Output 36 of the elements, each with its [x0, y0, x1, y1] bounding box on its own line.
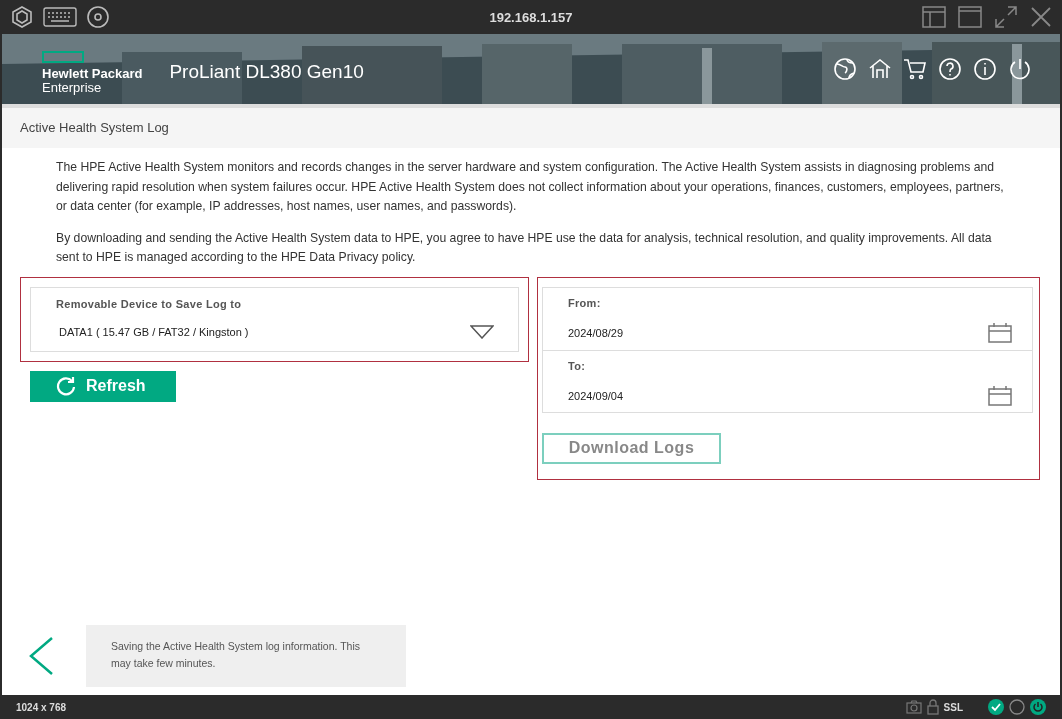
page-title: Active Health System Log [2, 108, 1060, 148]
download-logs-button[interactable]: Download Logs [542, 432, 721, 464]
status-message: Saving the Active Health System log information. This may take few minutes. [86, 625, 406, 687]
date-field[interactable]: To: 2024/09/04 [543, 349, 1032, 412]
power-status-icon[interactable] [1030, 699, 1046, 715]
globe-icon[interactable] [833, 57, 857, 81]
home-icon[interactable] [868, 57, 892, 81]
fullscreen-icon[interactable] [994, 5, 1018, 29]
window-icon[interactable] [958, 6, 982, 28]
keyboard-icon[interactable] [43, 6, 77, 28]
device-dropdown[interactable]: Removable Device to Save Log to DATA1 ( 15.47 GB / FAT32 / Kingston ) [30, 286, 519, 352]
calendar-icon [988, 385, 1012, 406]
security-label: SSL [943, 701, 963, 713]
description-paragraph: The HPE Active Health System monitors and records changes in the server hardware and system configuration. The Active Health System assists in diagnosing problems and delivering rapid resolution when system failures occur. HPE Active Health System does not collect information about your operations, finances, customers, employees, partners, or data center (for example, IP addresses, host names, user names, and passwords). [56, 159, 1005, 215]
close-icon[interactable] [1030, 6, 1052, 28]
brand-name: Hewlett Packard [42, 67, 143, 81]
power-icon[interactable] [1008, 57, 1032, 81]
camera-icon[interactable] [905, 700, 922, 714]
info-icon[interactable] [973, 57, 997, 81]
dropdown-arrow-icon [470, 324, 494, 339]
layout-icon[interactable] [922, 6, 946, 28]
cart-icon[interactable] [903, 57, 927, 81]
date-field[interactable]: From: 2024/08/29 [543, 287, 1032, 350]
brand-name: Enterprise [42, 81, 103, 95]
description-paragraph: By downloading and sending the Active Health System data to HPE, you agree to have HPE use the data for analysis, technical resolution, and quality improvements. All data sent to HPE is managed according to the HPE Data Privacy policy. [56, 229, 993, 266]
lock-icon [926, 699, 939, 715]
check-status-icon [988, 699, 1004, 715]
calendar-icon [988, 322, 1012, 343]
logo-icon [42, 51, 84, 63]
help-icon[interactable] [938, 57, 962, 81]
window-title: 192.168.1.157 [489, 9, 573, 25]
disc-icon[interactable] [86, 5, 110, 29]
circle-status-icon [1009, 699, 1025, 715]
product-name: ProLiant DL380 Gen10 [169, 61, 364, 83]
refresh-icon [56, 376, 76, 396]
resolution-label: 1024 x 768 [16, 701, 67, 713]
